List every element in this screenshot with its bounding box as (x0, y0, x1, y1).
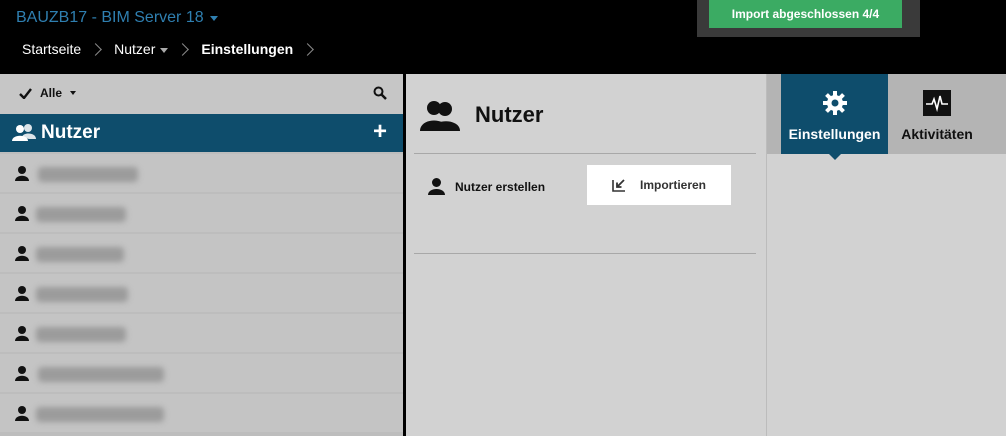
redacted-name (36, 207, 126, 222)
users-icon (12, 124, 36, 141)
redacted-name (36, 327, 126, 342)
tab-settings[interactable]: Einstellungen (781, 74, 888, 154)
user-icon (15, 326, 29, 341)
user-list-title: Nutzer (41, 122, 101, 143)
user-list-panel: Alle Nutzer + (0, 74, 403, 436)
chevron-right-icon (89, 42, 103, 56)
filter-dropdown[interactable]: Alle (19, 86, 77, 100)
users-icon (420, 101, 460, 131)
user-icon (15, 286, 29, 301)
gear-icon (822, 91, 847, 115)
filter-label: Alle (40, 86, 63, 100)
tab-activity-label: Aktivitäten (901, 126, 973, 142)
redacted-name (36, 407, 164, 422)
user-icon (15, 166, 29, 181)
user-icon (15, 406, 29, 421)
list-item[interactable] (0, 354, 403, 392)
top-bar: BAUZB17 - BIM Server 18 Startseite Nutze… (0, 0, 1006, 74)
redacted-name (36, 287, 128, 302)
tab-bar: Einstellungen Aktivitäten (767, 74, 1006, 160)
app-title-dropdown[interactable]: BAUZB17 - BIM Server 18 (16, 9, 218, 27)
checkmark-icon (19, 87, 32, 99)
tab-activity[interactable]: Aktivitäten (888, 74, 986, 154)
breadcrumb: Startseite Nutzer Einstellungen (22, 41, 326, 57)
redacted-name (38, 167, 138, 182)
user-icon (15, 246, 29, 261)
divider (414, 253, 756, 254)
activity-monitor-icon (923, 90, 951, 116)
list-item[interactable] (0, 154, 403, 192)
tab-settings-label: Einstellungen (788, 126, 881, 142)
user-list-header: Nutzer + (0, 114, 403, 152)
redacted-name (38, 367, 164, 382)
filter-bar: Alle (0, 74, 403, 114)
create-user-button[interactable]: Nutzer erstellen (428, 178, 545, 195)
chevron-down-icon (70, 91, 77, 95)
breadcrumb-current: Einstellungen (201, 41, 294, 57)
import-complete-notification[interactable]: Import abgeschlossen 4/4 (709, 0, 902, 28)
list-item[interactable] (0, 234, 403, 272)
settings-panel: Einstellungen Aktivitäten (766, 74, 1006, 436)
chevron-right-icon (176, 42, 190, 56)
breadcrumb-users[interactable]: Nutzer (114, 41, 169, 57)
list-item[interactable] (0, 274, 403, 312)
user-icon (15, 206, 29, 221)
list-item[interactable] (0, 194, 403, 232)
import-button[interactable]: Importieren (587, 165, 731, 205)
users-detail-panel: Nutzer Nutzer erstellen Importieren (406, 74, 766, 436)
breadcrumb-users-label: Nutzer (114, 41, 156, 57)
list-item[interactable] (0, 314, 403, 352)
create-user-label: Nutzer erstellen (455, 179, 546, 194)
chevron-right-icon (301, 42, 315, 56)
user-icon (428, 178, 445, 195)
app-title: BAUZB17 - BIM Server 18 (16, 9, 204, 26)
divider (414, 153, 756, 154)
add-user-button[interactable]: + (373, 120, 387, 144)
user-icon (15, 366, 29, 381)
redacted-name (36, 247, 124, 262)
import-label: Importieren (639, 178, 706, 192)
import-icon (612, 179, 625, 192)
page-title: Nutzer (475, 102, 544, 127)
notification-area: Import abgeschlossen 4/4 (697, 0, 920, 37)
search-icon[interactable] (373, 86, 387, 105)
chevron-down-icon (209, 15, 218, 21)
active-tab-pointer (829, 154, 841, 160)
user-list (0, 154, 403, 434)
list-item[interactable] (0, 394, 403, 432)
breadcrumb-home[interactable]: Startseite (22, 41, 81, 57)
chevron-down-icon (160, 47, 169, 53)
